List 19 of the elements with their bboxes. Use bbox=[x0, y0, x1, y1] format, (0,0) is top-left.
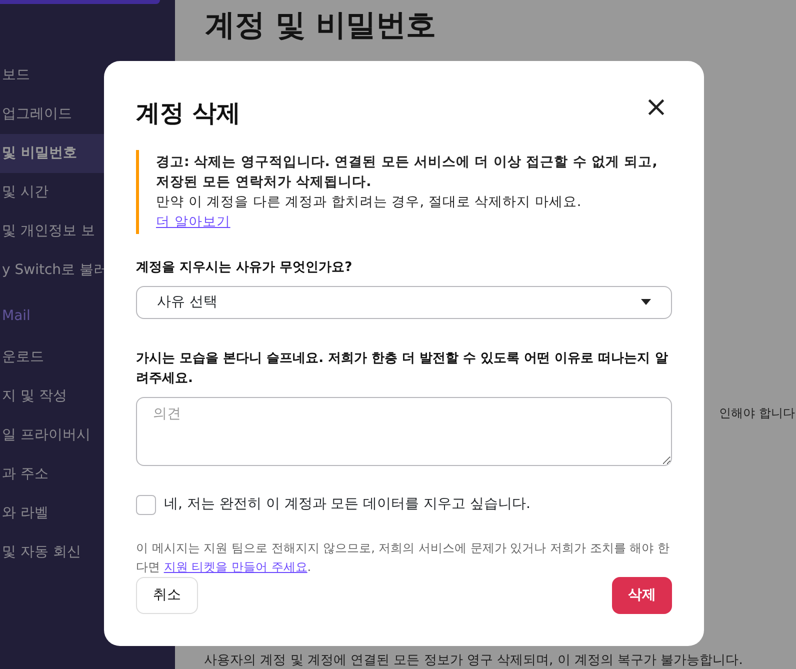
close-button[interactable]: × bbox=[640, 93, 672, 121]
feedback-field[interactable]: 의견 bbox=[136, 396, 672, 466]
checkbox[interactable] bbox=[136, 494, 156, 514]
sidebar-button[interactable] bbox=[0, 0, 160, 4]
warning-text: 만약 이 계정을 다른 계정과 합치려는 경우, 절대로 삭제하지 마세요. bbox=[156, 192, 582, 212]
page-title: 계정 및 비밀번호 bbox=[205, 8, 437, 44]
field-label: 가시는 모습을 본다니 슬프네요. 저희가 한층 더 발전할 수 있도록 어떤 이유로 떠나는지 알려주세요. bbox=[136, 350, 669, 388]
reason-select[interactable]: 사유 선택 bbox=[136, 286, 672, 319]
cancel-button[interactable]: 취소 bbox=[136, 577, 198, 614]
caret-icon bbox=[641, 299, 651, 306]
checkbox-label: 네, 저는 완전히 이 계정과 모든 데이터를 지우고 싶습니다. bbox=[164, 495, 531, 514]
body-text: 사용자의 계정 및 계정에 연결된 모든 정보가 영구 삭제되며, 이 계정의 복구가 불가능합니다. bbox=[204, 652, 743, 669]
field-label: 계정을 지우시는 사유가 무엇인가요? bbox=[136, 258, 354, 277]
dialog-title: 계정 삭제 bbox=[136, 99, 240, 128]
learn-more-link[interactable]: 더 알아보기 bbox=[156, 214, 230, 230]
delete-button[interactable]: 삭제 bbox=[612, 577, 672, 614]
support-ticket-link[interactable]: 지원 티켓을 만들어 주세요 bbox=[164, 560, 308, 574]
help-text: 이 메시지는 지원 팀으로 전해지지 않으므로, 저희의 서비스에 문제가 있거나 저희가 조치를 해야 한다면 지원 티켓을 만들어 주세요. bbox=[136, 540, 670, 576]
body-text: 인해야 합니다 bbox=[719, 405, 795, 422]
